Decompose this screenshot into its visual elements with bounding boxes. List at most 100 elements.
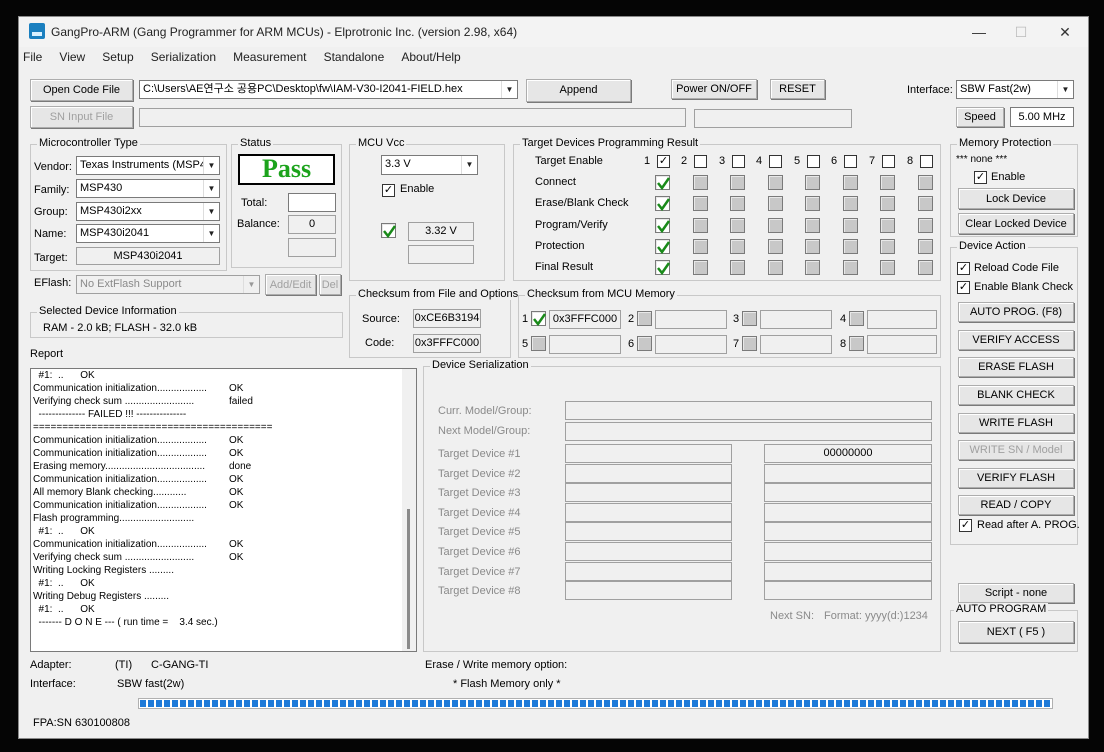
result-final-result-1 (655, 260, 671, 276)
result-erase-blank-6 (843, 196, 858, 211)
result-connect-3 (730, 175, 745, 190)
result-connect-5 (805, 175, 820, 190)
chevron-down-icon[interactable]: ▼ (461, 156, 477, 174)
target-enable-4-checkbox[interactable] (769, 155, 782, 168)
eflash-combo[interactable]: No ExtFlash Support ▼ (76, 275, 260, 294)
target-enable-6-checkbox[interactable] (844, 155, 857, 168)
clear-locked-device-button[interactable]: Clear Locked Device (958, 213, 1074, 234)
report-line-text: Communication initialization............… (33, 500, 207, 511)
report-line: Communication initialization............… (33, 538, 403, 551)
name-label: Name: (34, 228, 67, 240)
target-enable-7-checkbox[interactable] (882, 155, 895, 168)
result-erase-blank-2 (693, 196, 708, 211)
sn-input-file-button[interactable]: SN Input File (30, 106, 133, 128)
group-label: Group: (34, 206, 68, 218)
result-protection-5 (805, 239, 820, 254)
open-code-file-button[interactable]: Open Code File (30, 79, 133, 101)
chevron-down-icon[interactable]: ▼ (501, 81, 517, 98)
checksum-source-value: 0xCE6B3194 (413, 309, 481, 328)
memory-protection-enable-checkbox[interactable]: ✓ (974, 171, 987, 184)
vcc-combo[interactable]: 3.3 V ▼ (381, 155, 478, 175)
menu-serialization[interactable]: Serialization (144, 47, 223, 67)
append-button[interactable]: Append (526, 79, 631, 102)
checksum-slot-8-value (867, 335, 937, 354)
vcc-enable-checkbox[interactable]: ✓ (382, 184, 395, 197)
report-line-text: Writing Locking Registers ......... (33, 565, 174, 576)
reload-code-file-checkbox[interactable]: ✓ (957, 262, 970, 275)
result-protection-2 (693, 239, 708, 254)
report-scrollbar-thumb[interactable] (407, 509, 410, 649)
target-number-5: 5 (794, 155, 801, 167)
result-program-verify-3 (730, 218, 745, 233)
next-button[interactable]: NEXT ( F5 ) (958, 621, 1074, 643)
app-window: GangPro-ARM (Gang Programmer for ARM MCU… (18, 16, 1089, 739)
target-enable-3-checkbox[interactable] (732, 155, 745, 168)
script-button[interactable]: Script - none (958, 583, 1074, 603)
lock-device-button[interactable]: Lock Device (958, 188, 1074, 209)
verify-flash-button[interactable]: VERIFY FLASH (958, 468, 1074, 488)
target-device-4-sn (764, 502, 932, 522)
menu-setup[interactable]: Setup (95, 47, 140, 67)
status-extra-field (288, 238, 336, 257)
erase-flash-button[interactable]: ERASE FLASH (958, 357, 1074, 377)
close-icon[interactable]: ✕ (1045, 21, 1085, 43)
read-copy-button[interactable]: READ / COPY (958, 495, 1074, 515)
blank-check-button[interactable]: BLANK CHECK (958, 385, 1074, 405)
checksum-slot-6-number: 6 (628, 338, 635, 350)
auto-prog-button[interactable]: AUTO PROG. (F8) (958, 302, 1074, 322)
report-line-text: #1: .. OK (33, 370, 95, 381)
menu-file[interactable]: File (19, 47, 49, 67)
curr-model-label: Curr. Model/Group: (438, 405, 532, 417)
report-line-status: OK (229, 500, 244, 511)
chevron-down-icon[interactable]: ▼ (1057, 81, 1073, 98)
minimize-icon[interactable]: — (959, 21, 999, 43)
result-final-result-5 (805, 260, 820, 275)
target-enable-8-checkbox[interactable] (920, 155, 933, 168)
target-enable-1-checkbox[interactable]: ✓ (657, 155, 670, 168)
chevron-down-icon[interactable]: ▼ (203, 225, 219, 242)
device-serialization-title: Device Serialization (430, 359, 531, 371)
speed-button[interactable]: Speed (956, 107, 1004, 127)
chevron-down-icon[interactable]: ▼ (203, 157, 219, 174)
report-panel[interactable]: #1: .. OK Communication initialization...… (30, 368, 417, 652)
write-flash-button[interactable]: WRITE FLASH (958, 413, 1074, 433)
power-onoff-button[interactable]: Power ON/OFF (671, 79, 757, 99)
name-combo[interactable]: MSP430i2041 ▼ (76, 224, 220, 243)
enable-blank-check-checkbox[interactable]: ✓ (957, 281, 970, 294)
menu-about-help[interactable]: About/Help (394, 47, 467, 67)
target-value: MSP430i2041 (76, 247, 220, 265)
code-file-path-combo[interactable]: C:\Users\AE연구소 공용PC\Desktop\fw\IAM-V30-I… (139, 80, 518, 99)
adapter-name: C-GANG-TI (151, 659, 209, 671)
del-button[interactable]: Del (319, 274, 341, 295)
target-device-5-label: Target Device #5 (438, 526, 521, 539)
read-after-prog-checkbox[interactable]: ✓ (959, 519, 972, 532)
interface-combo[interactable]: SBW Fast(2w) ▼ (956, 80, 1074, 99)
reset-button[interactable]: RESET (770, 79, 825, 99)
target-enable-2-checkbox[interactable] (694, 155, 707, 168)
memory-protection-none: *** none *** (956, 154, 1008, 165)
result-protection-7 (880, 239, 895, 254)
chevron-down-icon[interactable]: ▼ (243, 276, 259, 293)
progress-fill (140, 700, 1051, 707)
row-label-erase-blank: Erase/Blank Check (535, 197, 629, 209)
report-line-status: OK (229, 448, 244, 459)
chevron-down-icon[interactable]: ▼ (203, 180, 219, 197)
vendor-combo[interactable]: Texas Instruments (MSP4 ▼ (76, 156, 220, 175)
family-value: MSP430 (80, 182, 123, 194)
menu-standalone[interactable]: Standalone (317, 47, 392, 67)
eflash-value: No ExtFlash Support (80, 278, 182, 290)
target-enable-5-checkbox[interactable] (807, 155, 820, 168)
checksum-slot-4-number: 4 (840, 313, 847, 325)
group-combo[interactable]: MSP430i2xx ▼ (76, 202, 220, 221)
report-line-status: OK (229, 552, 244, 563)
family-combo[interactable]: MSP430 ▼ (76, 179, 220, 198)
add-edit-button[interactable]: Add/Edit (265, 274, 316, 295)
menu-measurement[interactable]: Measurement (226, 47, 313, 67)
menu-view[interactable]: View (52, 47, 92, 67)
verify-access-button[interactable]: VERIFY ACCESS (958, 330, 1074, 350)
target-devices-title: Target Devices Programming Result (520, 137, 701, 149)
chevron-down-icon[interactable]: ▼ (203, 203, 219, 220)
write-sn-model-button[interactable]: WRITE SN / Model (958, 440, 1074, 460)
report-scrollbar[interactable] (402, 369, 416, 651)
maximize-icon[interactable]: ☐ (1001, 21, 1041, 43)
